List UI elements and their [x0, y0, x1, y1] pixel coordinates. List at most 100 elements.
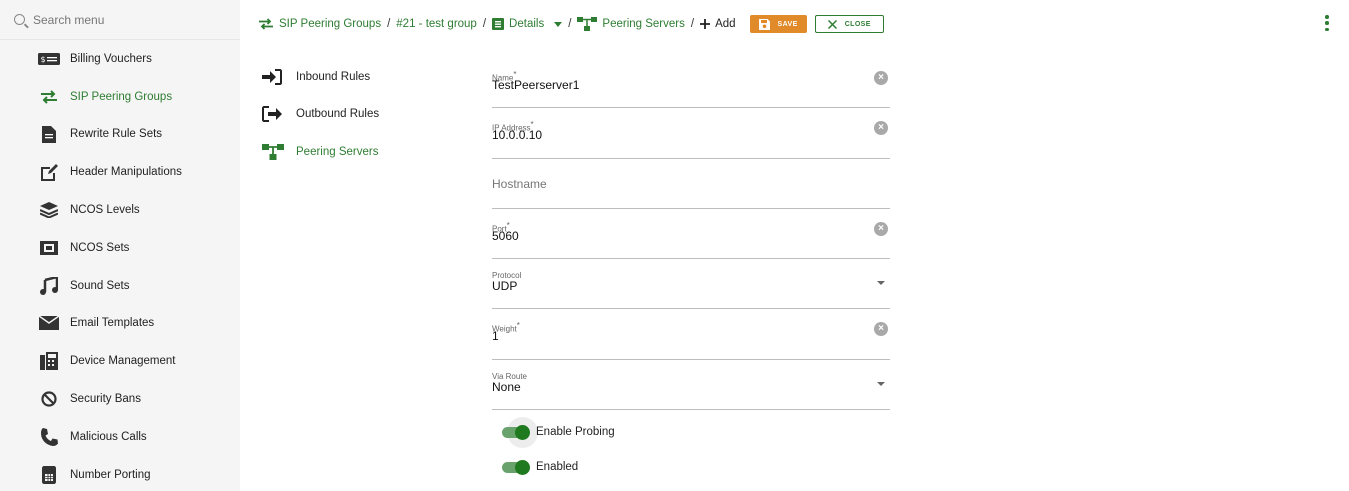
sitemap-icon	[262, 143, 286, 160]
clear-icon[interactable]: ×	[874, 221, 888, 236]
breadcrumb-label: Peering Servers	[602, 18, 685, 30]
sidebar-item-billing-vouchers[interactable]: $ Billing Vouchers	[0, 40, 240, 78]
port-value: 5060	[492, 228, 519, 243]
sidebar-item-label: Rewrite Rule Sets	[70, 128, 163, 141]
sidebar-item-label: SIP Peering Groups	[70, 90, 173, 103]
sidebar-item-label: Security Bans	[70, 393, 141, 406]
sidebar-item-label: Header Manipulations	[70, 166, 182, 179]
clear-icon[interactable]: ×	[874, 121, 888, 136]
close-icon	[827, 19, 837, 29]
sidebar-item-ncos-sets[interactable]: NCOS Sets	[0, 229, 240, 267]
breadcrumb-separator: /	[568, 18, 572, 30]
search-menu-input[interactable]: Search menu	[0, 0, 240, 40]
sidebar-item-header-manipulations[interactable]: Header Manipulations	[0, 153, 240, 191]
sign-in-icon	[262, 68, 286, 85]
breadcrumb-sip-peering-groups[interactable]: SIP Peering Groups	[258, 18, 381, 30]
breadcrumb-label: #21 - test group	[396, 18, 477, 30]
subnav-label: Peering Servers	[296, 145, 379, 158]
name-field[interactable]: Name* TestPeerserver1 ×	[492, 58, 890, 109]
via-route-select[interactable]: Via Route None	[492, 360, 890, 411]
ip-address-value: 10.0.0.10	[492, 128, 543, 143]
protocol-select[interactable]: Protocol UDP	[492, 259, 890, 310]
sidebar-item-rewrite-rule-sets[interactable]: Rewrite Rule Sets	[0, 116, 240, 154]
save-button[interactable]: SAVE	[749, 15, 807, 33]
name-value: TestPeerserver1	[492, 78, 580, 92]
sidebar-item-label: Number Porting	[70, 468, 151, 481]
sidebar-item-sound-sets[interactable]: Sound Sets	[0, 267, 240, 305]
sidebar-item-label: Malicious Calls	[70, 430, 147, 443]
ip-address-field[interactable]: IP Address* 10.0.0.10 ×	[492, 108, 890, 159]
ban-icon	[38, 390, 60, 408]
enable-probing-label: Enable Probing	[536, 426, 615, 438]
peering-server-form: Name* TestPeerserver1 × IP Address* 10.0…	[492, 58, 890, 411]
close-label: CLOSE	[844, 20, 871, 28]
breadcrumb-add: Add	[700, 18, 736, 30]
subnav-label: Outbound Rules	[296, 108, 380, 121]
protocol-value: UDP	[492, 279, 518, 294]
envelope-icon	[38, 314, 60, 332]
save-label: SAVE	[777, 20, 798, 28]
edit-icon	[38, 163, 60, 181]
sidebar-item-label: Sound Sets	[70, 279, 130, 292]
details-icon	[492, 18, 505, 30]
breadcrumb-label: Add	[715, 18, 736, 30]
subnav-item-inbound-rules[interactable]: Inbound Rules	[262, 58, 462, 96]
search-placeholder: Search menu	[33, 12, 105, 27]
sidebar-item-label: Device Management	[70, 355, 176, 368]
sidebar-item-security-bans[interactable]: Security Bans	[0, 380, 240, 418]
enable-probing-toggle-row: Enable Probing	[502, 417, 615, 448]
sidebar-item-number-porting[interactable]: Number Porting	[0, 456, 240, 491]
hostname-field[interactable]: Hostname	[492, 159, 890, 209]
sub-navigation: Inbound Rules Outbound Rules Peering Ser…	[262, 58, 462, 171]
breadcrumb-separator: /	[387, 18, 391, 30]
sim-card-icon	[38, 465, 60, 484]
breadcrumb-bar: SIP Peering Groups / #21 - test group / …	[240, 0, 1349, 48]
dropdown-arrow-icon	[877, 381, 885, 386]
subnav-label: Inbound Rules	[296, 70, 371, 83]
breadcrumb-details-dropdown[interactable]: Details	[492, 18, 563, 30]
sign-out-icon	[262, 106, 286, 123]
save-icon	[758, 18, 770, 30]
search-icon	[14, 14, 25, 25]
port-field[interactable]: Port* 5060 ×	[492, 209, 890, 260]
hostname-placeholder: Hostname	[492, 176, 547, 191]
breadcrumb-label: SIP Peering Groups	[279, 18, 382, 30]
caret-down-icon	[554, 21, 563, 27]
sidebar-item-label: NCOS Sets	[70, 241, 130, 254]
sidebar-item-sip-peering-groups[interactable]: SIP Peering Groups	[0, 78, 240, 116]
svg-text:$: $	[41, 55, 46, 64]
sidebar: Search menu $ Billing Vouchers SIP Peeri…	[0, 0, 240, 491]
plus-icon	[700, 19, 711, 29]
sidebar-item-email-templates[interactable]: Email Templates	[0, 305, 240, 343]
enabled-toggle[interactable]	[502, 460, 530, 475]
via-route-value: None	[492, 379, 521, 394]
voucher-icon: $	[38, 50, 60, 68]
sidebar-item-malicious-calls[interactable]: Malicious Calls	[0, 418, 240, 456]
enabled-label: Enabled	[536, 461, 579, 473]
sidebar-item-label: Email Templates	[70, 317, 155, 330]
fax-icon	[38, 352, 60, 371]
breadcrumb-label: Details	[509, 18, 545, 30]
phone-icon	[38, 427, 60, 446]
close-button[interactable]: CLOSE	[814, 15, 884, 33]
sidebar-item-label: NCOS Levels	[70, 204, 140, 217]
clear-icon[interactable]: ×	[874, 322, 888, 337]
dropdown-arrow-icon	[877, 281, 885, 286]
weight-field[interactable]: Weight* 1 ×	[492, 309, 890, 360]
sets-icon	[38, 239, 60, 257]
music-note-icon	[38, 276, 60, 295]
file-icon	[38, 125, 60, 143]
clear-icon[interactable]: ×	[874, 71, 888, 85]
subnav-item-peering-servers[interactable]: Peering Servers	[262, 133, 462, 171]
sidebar-item-ncos-levels[interactable]: NCOS Levels	[0, 191, 240, 229]
breadcrumb-peering-servers[interactable]: Peering Servers	[577, 17, 685, 31]
sidebar-item-device-management[interactable]: Device Management	[0, 342, 240, 380]
breadcrumb-separator: /	[690, 18, 695, 30]
swap-arrows-icon	[259, 18, 273, 30]
enable-probing-toggle[interactable]	[502, 417, 538, 448]
subnav-item-outbound-rules[interactable]: Outbound Rules	[262, 96, 462, 134]
more-options-icon[interactable]	[1325, 15, 1329, 31]
breadcrumb-group-item[interactable]: #21 - test group	[396, 18, 477, 30]
breadcrumb-separator: /	[482, 18, 487, 30]
sidebar-item-label: Billing Vouchers	[70, 52, 152, 65]
